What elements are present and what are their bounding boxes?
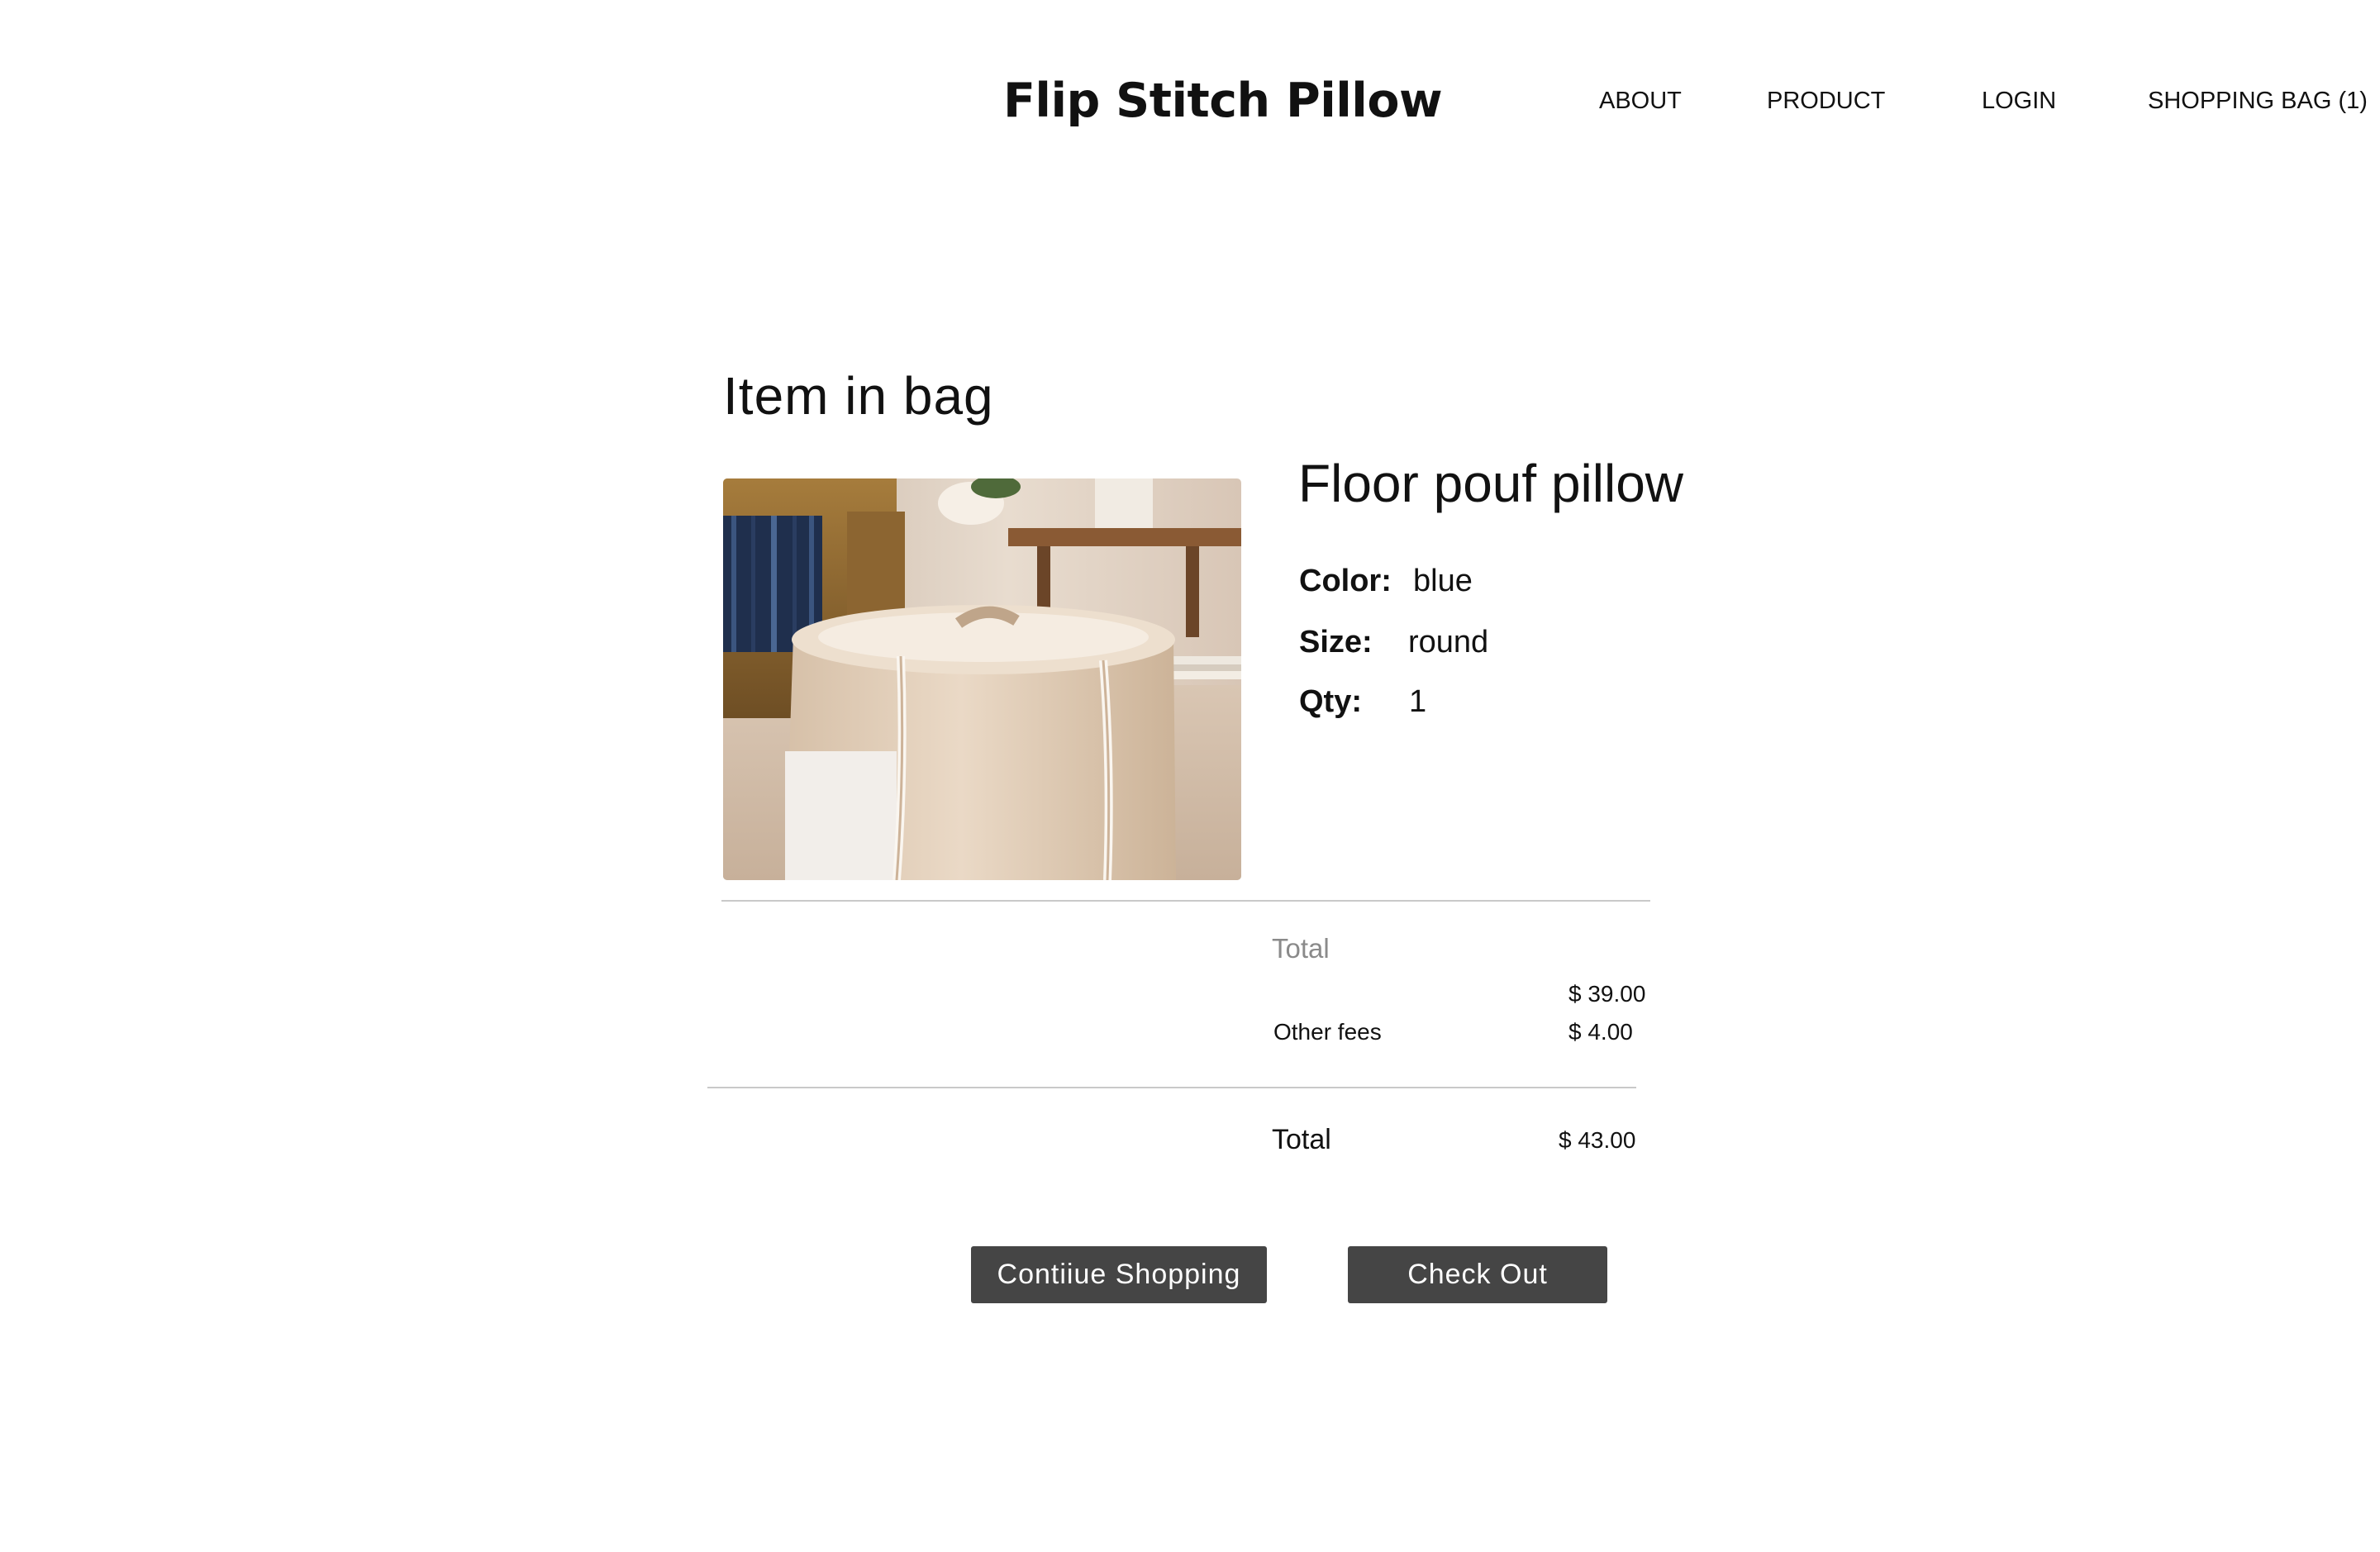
total-section-label: Total xyxy=(1272,933,1330,964)
nav-shopping-bag-link[interactable]: SHOPPING BAG (1) xyxy=(2148,86,2368,116)
other-fees-label: Other fees xyxy=(1273,1019,1382,1045)
product-image xyxy=(723,478,1241,880)
grand-total-value: $ 43.00 xyxy=(1559,1127,1636,1153)
continue-shopping-button[interactable]: Contiiue Shopping xyxy=(971,1246,1267,1303)
subtotal-value: $ 39.00 xyxy=(1568,981,1646,1007)
summary-divider-bottom xyxy=(707,1087,1636,1088)
grand-total-label: Total xyxy=(1272,1124,1331,1155)
product-name: Floor pouf pillow xyxy=(1298,454,1683,513)
bag-heading: Item in bag xyxy=(723,366,994,426)
other-fees-value: $ 4.00 xyxy=(1568,1019,1633,1045)
check-out-button[interactable]: Check Out xyxy=(1348,1246,1607,1303)
size-value: round xyxy=(1408,625,1489,659)
qty-label: Qty: xyxy=(1299,684,1362,719)
summary-divider-top xyxy=(721,900,1650,902)
color-value: blue xyxy=(1413,564,1473,598)
size-label: Size: xyxy=(1299,625,1373,659)
color-label: Color: xyxy=(1299,564,1392,598)
nav-product-link[interactable]: PRODUCT xyxy=(1767,86,1885,116)
nav-login-link[interactable]: LOGIN xyxy=(1982,86,2056,116)
nav-about-link[interactable]: ABOUT xyxy=(1599,86,1682,116)
brand-title[interactable]: Flip Stitch Pillow xyxy=(1003,71,1443,131)
qty-value: 1 xyxy=(1409,684,1427,719)
